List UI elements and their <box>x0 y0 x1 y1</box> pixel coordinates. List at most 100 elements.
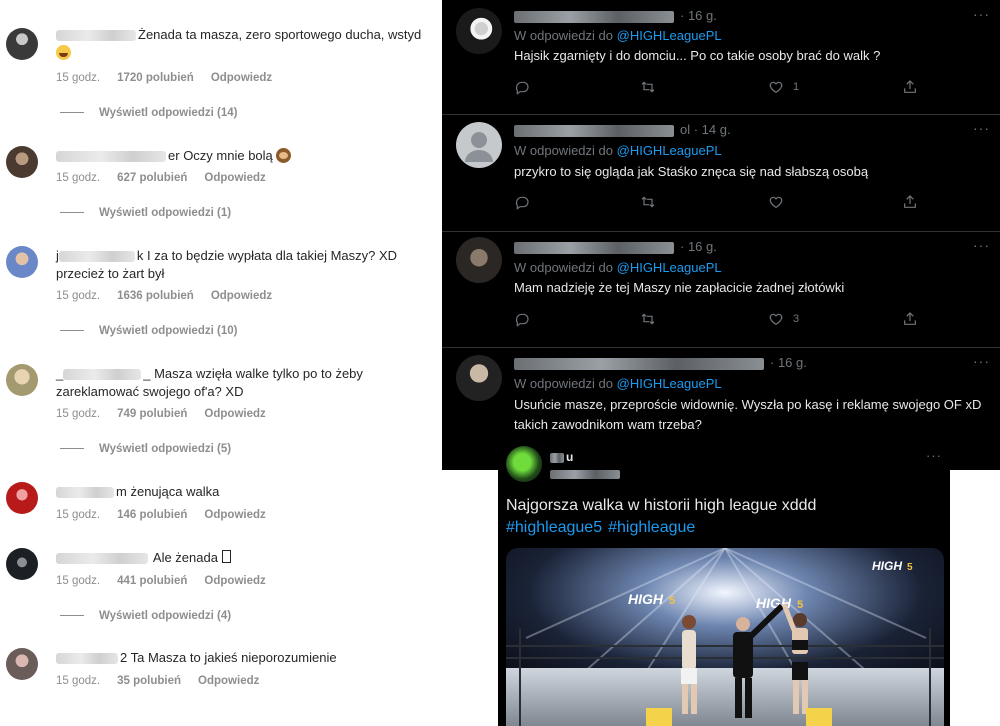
tweet-header: · 16 g. <box>514 8 717 23</box>
avatar[interactable] <box>6 146 38 178</box>
share-icon[interactable] <box>902 79 918 97</box>
username-redacted[interactable] <box>56 30 136 42</box>
reply-link[interactable]: Odpowiedz <box>198 675 259 687</box>
username-redacted[interactable] <box>514 241 674 254</box>
comment-meta: 15 godz. 627 polubień Odpowiedz <box>56 172 283 184</box>
tweet-text: Usuńcie masze, przeproście widownię. Wys… <box>514 397 982 432</box>
share-icon[interactable] <box>902 194 918 212</box>
mention-link[interactable]: @HIGHLeaguePL <box>617 143 722 158</box>
retweet-icon[interactable] <box>640 79 656 97</box>
comment-time: 15 godz. <box>56 408 101 420</box>
comment-time: 15 godz. <box>56 575 101 587</box>
comment-meta: 15 godz. 749 polubień Odpowiedz <box>56 408 283 420</box>
mention-link[interactable]: @HIGHLeaguePL <box>617 260 722 275</box>
retweet-icon[interactable] <box>640 194 656 212</box>
comment-time: 15 godz. <box>56 172 101 184</box>
reply-to-label: W odpowiedzi do @HIGHLeaguePL <box>514 143 722 158</box>
avatar[interactable] <box>456 8 502 54</box>
like-icon[interactable]: 3 <box>768 311 799 329</box>
username-redacted[interactable] <box>56 487 114 499</box>
username-redacted[interactable] <box>58 251 135 263</box>
avatar[interactable] <box>6 246 38 278</box>
tweet-text: przykro to się ogląda jak Staśko znęca s… <box>514 164 869 179</box>
likes-count[interactable]: 627 polubień <box>117 172 187 184</box>
likes-count[interactable]: 35 polubień <box>117 675 181 687</box>
view-replies-link[interactable]: Wyświetl odpowiedzi (4) <box>60 610 231 622</box>
tweet[interactable]: ol · 14 g. ··· W odpowiedzi do @HIGHLeag… <box>442 114 1000 232</box>
likes-count[interactable]: 441 polubień <box>117 575 187 587</box>
likes-count[interactable]: 146 polubień <box>117 509 187 521</box>
reply-link[interactable]: Odpowiedz <box>204 509 265 521</box>
username-redacted[interactable] <box>514 124 674 137</box>
likes-count[interactable]: 749 polubień <box>117 408 187 420</box>
avatar[interactable] <box>6 364 38 396</box>
divider <box>60 212 84 214</box>
reply-link[interactable]: Odpowiedz <box>211 72 272 84</box>
reply-link[interactable]: Odpowiedz <box>211 290 272 302</box>
reply-link[interactable]: Odpowiedz <box>204 172 265 184</box>
tweet-header: · 16 g. <box>514 355 807 370</box>
tweet[interactable]: · 16 g. ··· W odpowiedzi do @HIGHLeagueP… <box>442 231 1000 348</box>
default-avatar-icon[interactable] <box>456 122 502 168</box>
high-league-logo-number: 5 <box>907 562 913 573</box>
comment-meta: 15 godz. 1720 polubień Odpowiedz <box>56 72 289 84</box>
quoted-tweet[interactable]: u ··· Najgorsza walka w historii high le… <box>498 440 950 726</box>
username-redacted[interactable] <box>514 10 674 23</box>
username-redacted[interactable] <box>56 553 148 565</box>
more-options-icon[interactable]: ··· <box>973 120 990 136</box>
more-options-icon[interactable]: ··· <box>973 353 990 369</box>
mention-link[interactable]: @HIGHLeaguePL <box>617 28 722 43</box>
username-redacted[interactable] <box>56 151 166 163</box>
retweet-icon[interactable] <box>640 311 656 329</box>
username-redacted[interactable] <box>63 369 142 381</box>
comment-text: _ _ Masza wzięła walke tylko po to żeby z… <box>56 366 363 399</box>
more-options-icon[interactable]: ··· <box>973 237 990 253</box>
tweet-text: Hajsik zgarnięty i do domciu... Po co ta… <box>514 48 881 63</box>
avatar[interactable] <box>456 355 502 401</box>
more-options-icon[interactable]: ··· <box>926 448 942 463</box>
view-replies-link[interactable]: Wyświetl odpowiedzi (5) <box>60 443 231 455</box>
likes-count[interactable]: 1636 polubień <box>117 290 194 302</box>
comment-text: 2 Ta Masza to jakieś nieporozumienie <box>56 649 441 667</box>
reply-link[interactable]: Odpowiedz <box>204 575 265 587</box>
like-icon[interactable]: 1 <box>768 79 799 97</box>
username-redacted <box>550 452 564 463</box>
reply-link[interactable]: Odpowiedz <box>204 408 265 420</box>
avatar[interactable] <box>6 28 38 60</box>
laughing-emoji <box>56 45 71 60</box>
view-replies-link[interactable]: Wyświetl odpowiedzi (10) <box>60 325 237 337</box>
tweet[interactable]: · 16 g. ··· W odpowiedzi do @HIGHLeagueP… <box>442 0 1000 115</box>
reply-icon[interactable] <box>514 79 530 97</box>
see-no-evil-monkey-emoji <box>276 148 292 163</box>
divider <box>60 112 84 114</box>
comment-text: m żenująca walka <box>56 483 441 501</box>
likes-count[interactable]: 1720 polubień <box>117 72 194 84</box>
tweet-actions: 1 <box>514 79 934 97</box>
display-name[interactable]: u <box>550 450 573 464</box>
avatar[interactable] <box>6 648 38 680</box>
handle-redacted[interactable] <box>550 466 626 484</box>
avatar[interactable] <box>506 446 542 482</box>
avatar[interactable] <box>456 237 502 283</box>
comment-meta: 15 godz. 1636 polubień Odpowiedz <box>56 290 289 302</box>
tweet-text: Mam nadzieję że tej Maszy nie zapłacicie… <box>514 280 845 295</box>
more-options-icon[interactable]: ··· <box>973 6 990 22</box>
tweet-header: ol · 14 g. <box>514 122 731 137</box>
reply-icon[interactable] <box>514 194 530 212</box>
reply-to-label: W odpowiedzi do @HIGHLeaguePL <box>514 260 722 275</box>
mention-link[interactable]: @HIGHLeaguePL <box>617 376 722 391</box>
hashtag-link[interactable]: #highleague5 <box>506 519 602 536</box>
view-replies-link[interactable]: Wyświetl odpowiedzi (1) <box>60 207 231 219</box>
tweet-header: · 16 g. <box>514 239 717 254</box>
avatar[interactable] <box>6 548 38 580</box>
share-icon[interactable] <box>902 311 918 329</box>
username-redacted[interactable] <box>514 357 764 370</box>
view-replies-link[interactable]: Wyświetl odpowiedzi (14) <box>60 107 237 119</box>
hashtag-link[interactable]: #highleague <box>608 519 695 536</box>
tweet-media-image[interactable]: HIGH HIGH HIGH 5 5 5 <box>506 548 944 726</box>
like-icon[interactable] <box>768 194 793 212</box>
reply-icon[interactable] <box>514 311 530 329</box>
like-count: 3 <box>793 313 800 325</box>
username-redacted[interactable] <box>56 653 118 665</box>
avatar[interactable] <box>6 482 38 514</box>
